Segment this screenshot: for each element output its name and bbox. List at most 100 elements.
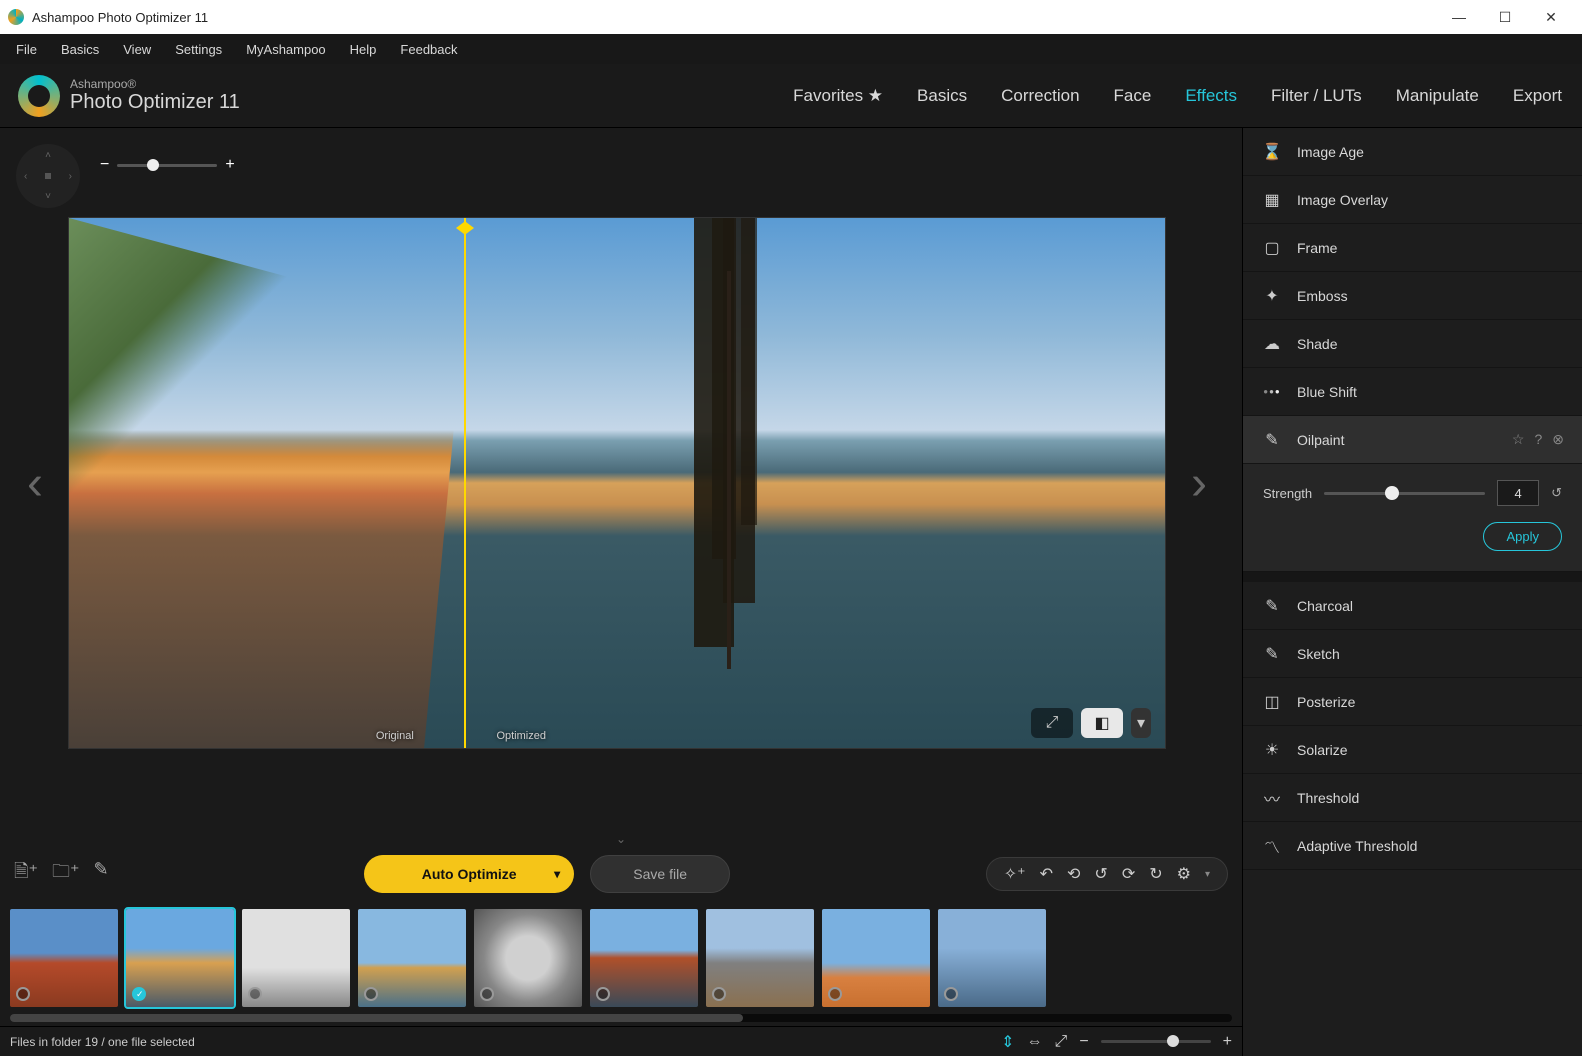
undo-icon[interactable]: ↶ <box>1037 864 1056 884</box>
close-effect-icon[interactable]: ⊗ <box>1552 431 1564 448</box>
help-icon[interactable]: ? <box>1534 431 1542 448</box>
emboss-icon: ✦ <box>1261 286 1283 306</box>
reset-icon[interactable]: ↺ <box>1551 485 1562 501</box>
settings-gear-icon[interactable]: ⚙ <box>1174 864 1194 884</box>
effect-emboss[interactable]: ✦Emboss <box>1243 272 1582 320</box>
pan-pad[interactable]: ˄ ˅ ‹ › • <box>16 144 80 208</box>
zoom-out-icon[interactable]: − <box>100 156 109 174</box>
thumbnail[interactable] <box>474 909 582 1007</box>
apply-button[interactable]: Apply <box>1483 522 1562 551</box>
thumbnail[interactable] <box>590 909 698 1007</box>
rotate-right-icon[interactable]: ↻ <box>1146 864 1165 884</box>
wave-icon: 〽 <box>1261 834 1283 858</box>
menu-help[interactable]: Help <box>338 36 389 63</box>
tab-basics[interactable]: Basics <box>915 82 969 110</box>
effect-image-age[interactable]: ⌛Image Age <box>1243 128 1582 176</box>
minimize-button[interactable]: — <box>1436 2 1482 32</box>
hourglass-icon: ⌛ <box>1261 142 1283 162</box>
effect-posterize[interactable]: ◫Posterize <box>1243 678 1582 726</box>
thumb-size-slider[interactable] <box>1101 1040 1211 1043</box>
tab-manipulate[interactable]: Manipulate <box>1394 82 1481 110</box>
effect-blue-shift[interactable]: ●●●Blue Shift <box>1243 368 1582 416</box>
thumbnail[interactable] <box>938 909 1046 1007</box>
posterize-icon: ◫ <box>1261 692 1283 712</box>
frame-icon: ▢ <box>1261 238 1283 258</box>
wave-icon: 〰 <box>1261 786 1283 810</box>
menu-myashampoo[interactable]: MyAshampoo <box>234 36 337 63</box>
rotate-left-icon[interactable]: ↺ <box>1091 864 1110 884</box>
strength-label: Strength <box>1263 486 1312 501</box>
tab-effects[interactable]: Effects <box>1183 82 1239 110</box>
effect-shade[interactable]: ☁Shade <box>1243 320 1582 368</box>
tools-dropdown-icon[interactable]: ▾ <box>1202 869 1213 880</box>
strength-value[interactable]: 4 <box>1497 480 1539 506</box>
menu-file[interactable]: File <box>4 36 49 63</box>
thumbnail[interactable] <box>822 909 930 1007</box>
logo-product: Photo Optimizer 11 <box>70 91 240 113</box>
thumbnail[interactable] <box>126 909 234 1007</box>
tab-favorites[interactable]: Favorites ★ <box>791 82 885 110</box>
add-file-icon[interactable]: 🗎⁺ <box>14 859 38 889</box>
tab-filter-luts[interactable]: Filter / LUTs <box>1269 82 1364 110</box>
thumbnail-strip <box>0 902 1242 1014</box>
thumbnail[interactable] <box>10 909 118 1007</box>
effects-sidebar: ⌛Image Age ▦Image Overlay ▢Frame ✦Emboss… <box>1242 128 1582 1056</box>
prev-image-button[interactable]: ‹ <box>12 456 58 511</box>
window-title: Ashampoo Photo Optimizer 11 <box>32 10 1436 25</box>
effect-sketch[interactable]: ✎Sketch <box>1243 630 1582 678</box>
add-folder-icon[interactable]: 🗀⁺ <box>52 859 80 889</box>
zoom-out-btn[interactable]: − <box>1079 1033 1088 1051</box>
zoom-slider[interactable]: − + <box>100 156 235 174</box>
zoom-in-btn[interactable]: + <box>1223 1033 1232 1051</box>
compare-mode-button[interactable]: ◧ <box>1081 708 1123 738</box>
fit-vertical-icon[interactable]: ⇕ <box>1001 1032 1014 1052</box>
compare-mode-dropdown[interactable]: ▾ <box>1131 708 1151 738</box>
effect-charcoal[interactable]: ✎Charcoal <box>1243 582 1582 630</box>
thumbnail[interactable] <box>706 909 814 1007</box>
logo-brand: Ashampoo® <box>70 78 240 91</box>
thumbnail[interactable] <box>242 909 350 1007</box>
thumbnail[interactable] <box>358 909 466 1007</box>
save-file-button[interactable]: Save file <box>590 855 730 893</box>
effect-frame[interactable]: ▢Frame <box>1243 224 1582 272</box>
fit-screen-icon[interactable]: ⤢ <box>1055 1033 1068 1051</box>
pencil-icon: ✎ <box>1261 644 1283 664</box>
status-text: Files in folder 19 / one file selected <box>10 1035 195 1049</box>
undo-all-icon[interactable]: ⟲ <box>1064 864 1083 884</box>
magic-wand-icon[interactable]: ✧⁺ <box>1001 864 1029 884</box>
sun-icon: ☀ <box>1261 740 1283 760</box>
fullscreen-button[interactable]: ⤢ <box>1031 708 1073 738</box>
effect-threshold[interactable]: 〰Threshold <box>1243 774 1582 822</box>
next-image-button[interactable]: › <box>1176 456 1222 511</box>
maximize-button[interactable]: ☐ <box>1482 2 1528 32</box>
dots-icon: ●●● <box>1261 387 1283 396</box>
compare-label-optimized: Optimized <box>496 730 546 742</box>
logo-icon <box>18 75 60 117</box>
rotate-reset-icon[interactable]: ⟳ <box>1119 864 1138 884</box>
effect-oilpaint[interactable]: ✎ Oilpaint ☆ ? ⊗ <box>1243 416 1582 464</box>
image-canvas[interactable]: Original Optimized ⤢ ◧ ▾ <box>68 217 1166 749</box>
titlebar: Ashampoo Photo Optimizer 11 — ☐ ✕ <box>0 0 1582 34</box>
overlay-icon: ▦ <box>1261 190 1283 210</box>
strength-slider[interactable] <box>1324 492 1485 495</box>
pencil-icon: ✎ <box>1261 596 1283 616</box>
tab-export[interactable]: Export <box>1511 82 1564 110</box>
main-tabs: Favorites ★ Basics Correction Face Effec… <box>791 82 1564 110</box>
tag-icon[interactable]: ✎ <box>94 859 109 889</box>
thumbnail-scrollbar[interactable] <box>10 1014 1232 1022</box>
auto-optimize-button[interactable]: Auto Optimize <box>364 855 574 893</box>
close-button[interactable]: ✕ <box>1528 2 1574 32</box>
zoom-in-icon[interactable]: + <box>225 156 234 174</box>
effect-adaptive-threshold[interactable]: 〽Adaptive Threshold <box>1243 822 1582 870</box>
menu-settings[interactable]: Settings <box>163 36 234 63</box>
favorite-star-icon[interactable]: ☆ <box>1512 431 1525 448</box>
effect-solarize[interactable]: ☀Solarize <box>1243 726 1582 774</box>
tab-correction[interactable]: Correction <box>999 82 1081 110</box>
menu-feedback[interactable]: Feedback <box>388 36 469 63</box>
fit-horizontal-icon[interactable]: ⇔ <box>1027 1033 1043 1051</box>
menu-view[interactable]: View <box>111 36 163 63</box>
effect-image-overlay[interactable]: ▦Image Overlay <box>1243 176 1582 224</box>
menu-basics[interactable]: Basics <box>49 36 111 63</box>
tab-face[interactable]: Face <box>1112 82 1154 110</box>
compare-divider[interactable] <box>464 218 466 748</box>
